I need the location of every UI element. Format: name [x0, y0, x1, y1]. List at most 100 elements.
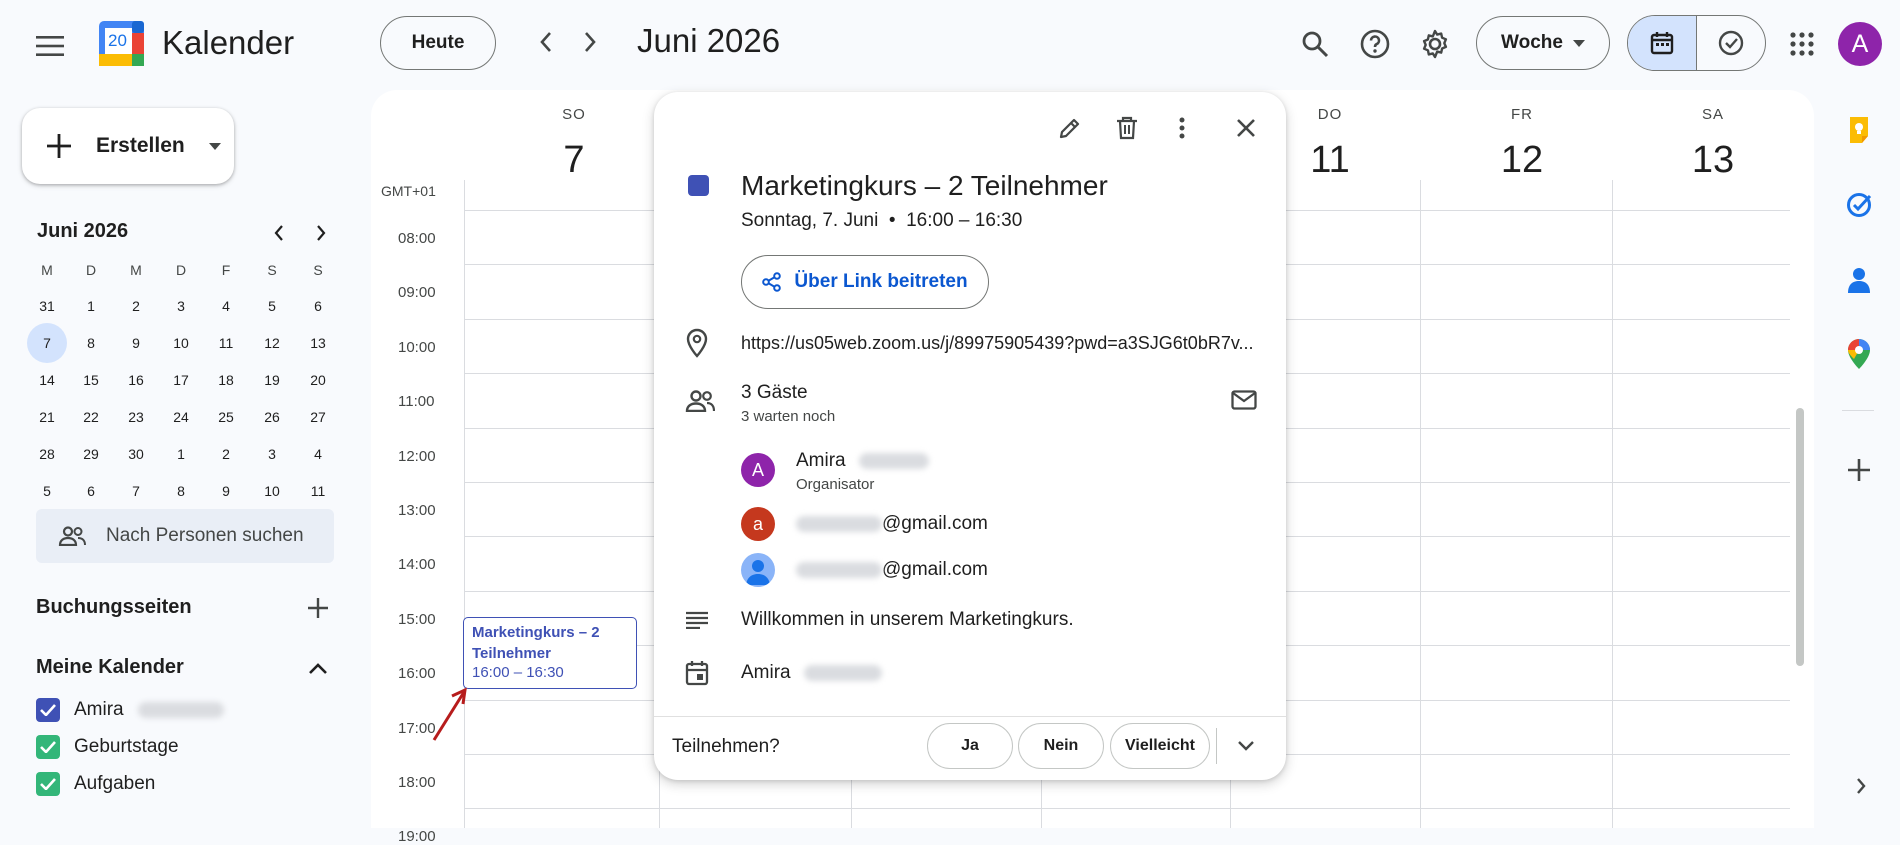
mini-calendar-day[interactable]: 2 [117, 288, 155, 324]
next-week-icon[interactable] [570, 22, 610, 62]
calendar-item-tasks[interactable]: Aufgaben [36, 772, 155, 796]
mini-calendar-day[interactable]: 14 [28, 362, 66, 398]
mini-calendar-day[interactable]: 8 [162, 473, 200, 509]
mini-calendar-day[interactable]: 19 [253, 362, 291, 398]
prev-week-icon[interactable] [526, 22, 566, 62]
calendar-logo[interactable]: 20 [99, 21, 144, 66]
create-button[interactable]: Erstellen [22, 108, 234, 184]
add-booking-page-icon[interactable] [302, 592, 334, 624]
rsvp-no-button[interactable]: Nein [1018, 723, 1104, 769]
mini-calendar-day[interactable]: 11 [207, 325, 245, 361]
mini-calendar-day[interactable]: 13 [299, 325, 337, 361]
mini-calendar-day[interactable]: 1 [162, 436, 200, 472]
mini-calendar-day[interactable]: 22 [72, 399, 110, 435]
delete-trash-icon[interactable] [1107, 108, 1147, 148]
timezone-label: GMT+01 [381, 183, 436, 199]
mini-calendar-day[interactable]: 18 [207, 362, 245, 398]
mini-calendar-day[interactable]: 6 [72, 473, 110, 509]
settings-gear-icon[interactable] [1413, 22, 1457, 66]
add-addon-plus-icon[interactable] [1843, 454, 1875, 486]
mini-calendar-day[interactable]: 7 [117, 473, 155, 509]
calendar-tasks-toggle[interactable] [1627, 15, 1766, 71]
mini-calendar-day[interactable]: 16 [117, 362, 155, 398]
calendar-item-birthdays[interactable]: Geburtstage [36, 735, 179, 759]
rail-divider [1842, 410, 1874, 411]
apps-grid-icon[interactable] [1780, 22, 1824, 66]
mini-calendar-day[interactable]: 3 [253, 436, 291, 472]
view-selector-label: Woche [1501, 32, 1563, 53]
mini-calendar-day[interactable]: 9 [117, 325, 155, 361]
mini-calendar-day[interactable]: 11 [299, 473, 337, 509]
mini-calendar-day[interactable]: 17 [162, 362, 200, 398]
mini-calendar-day[interactable]: 21 [28, 399, 66, 435]
main-menu-icon[interactable] [28, 24, 72, 68]
mini-calendar-month: Juni 2026 [37, 220, 129, 242]
calendar-item-amira[interactable]: Amira [36, 698, 224, 722]
mini-calendar-day[interactable]: 25 [207, 399, 245, 435]
mini-calendar-day[interactable]: 10 [162, 325, 200, 361]
mini-calendar-day[interactable]: 31 [28, 288, 66, 324]
rsvp-maybe-button[interactable]: Vielleicht [1110, 723, 1210, 769]
checkbox-checked-icon[interactable] [36, 735, 60, 759]
close-icon[interactable] [1226, 108, 1266, 148]
guest-email: @gmail.com [796, 513, 988, 535]
mini-calendar-day[interactable]: 1 [72, 288, 110, 324]
blurred-surname [858, 452, 929, 469]
day-header-number[interactable]: 7 [563, 139, 584, 182]
mini-calendar-day[interactable]: 4 [299, 436, 337, 472]
join-link-button[interactable]: Über Link beitreten [741, 255, 989, 309]
search-icon[interactable] [1293, 22, 1337, 66]
people-search-box[interactable]: Nach Personen suchen [36, 509, 334, 563]
checkbox-checked-icon[interactable] [36, 772, 60, 796]
collapse-chevron-icon[interactable] [302, 652, 334, 684]
time-label: 11:00 [398, 393, 435, 411]
mini-calendar-day[interactable]: 27 [299, 399, 337, 435]
mini-calendar-day[interactable]: 8 [72, 325, 110, 361]
mini-calendar-day[interactable]: 24 [162, 399, 200, 435]
today-button[interactable]: Heute [380, 16, 496, 70]
mini-calendar-day[interactable]: 12 [253, 325, 291, 361]
mini-calendar-day[interactable]: 5 [28, 473, 66, 509]
contacts-icon[interactable] [1843, 264, 1875, 296]
more-options-icon[interactable] [1162, 108, 1202, 148]
rsvp-expand-chevron-icon[interactable] [1228, 728, 1264, 764]
calendar-view-icon[interactable] [1628, 16, 1697, 70]
rsvp-yes-button[interactable]: Ja [927, 723, 1013, 769]
grid-scrollbar[interactable] [1796, 408, 1804, 666]
tasks-app-icon[interactable] [1843, 189, 1875, 221]
maps-icon[interactable] [1843, 338, 1875, 370]
help-icon[interactable] [1353, 22, 1397, 66]
mini-calendar-day[interactable]: 4 [207, 288, 245, 324]
day-header-number[interactable]: 13 [1692, 139, 1734, 182]
mini-calendar-day[interactable]: 26 [253, 399, 291, 435]
day-header-number[interactable]: 12 [1501, 139, 1543, 182]
mini-calendar-day[interactable]: 20 [299, 362, 337, 398]
mini-calendar-day[interactable]: 9 [207, 473, 245, 509]
keep-icon[interactable] [1843, 114, 1875, 146]
expand-side-panel-chevron-icon[interactable] [1847, 770, 1875, 802]
account-avatar[interactable]: A [1838, 22, 1882, 66]
mini-calendar-day[interactable]: 6 [299, 288, 337, 324]
email-guests-icon[interactable] [1226, 384, 1262, 416]
mini-calendar-day[interactable]: 28 [28, 436, 66, 472]
mini-calendar-day[interactable]: 5 [253, 288, 291, 324]
mini-calendar-day[interactable]: 15 [72, 362, 110, 398]
view-selector[interactable]: Woche [1476, 16, 1610, 70]
mini-calendar-day[interactable]: 7 [27, 323, 67, 363]
event-chip[interactable]: Marketingkurs – 2 Teilnehmer 16:00 – 16:… [463, 617, 637, 689]
checkbox-checked-icon[interactable] [36, 698, 60, 722]
mini-prev-month-icon[interactable] [264, 218, 294, 248]
tasks-view-icon[interactable] [1697, 16, 1765, 70]
time-label: 18:00 [398, 774, 436, 791]
day-header-number[interactable]: 11 [1310, 139, 1349, 182]
guests-icon [685, 390, 715, 412]
mini-calendar-day[interactable]: 3 [162, 288, 200, 324]
location-link[interactable]: https://us05web.zoom.us/j/89975905439?pw… [741, 333, 1259, 354]
mini-calendar-day[interactable]: 29 [72, 436, 110, 472]
edit-pencil-icon[interactable] [1050, 108, 1090, 148]
mini-calendar-day[interactable]: 30 [117, 436, 155, 472]
mini-next-month-icon[interactable] [306, 218, 336, 248]
mini-calendar-day[interactable]: 2 [207, 436, 245, 472]
mini-calendar-day[interactable]: 10 [253, 473, 291, 509]
mini-calendar-day[interactable]: 23 [117, 399, 155, 435]
